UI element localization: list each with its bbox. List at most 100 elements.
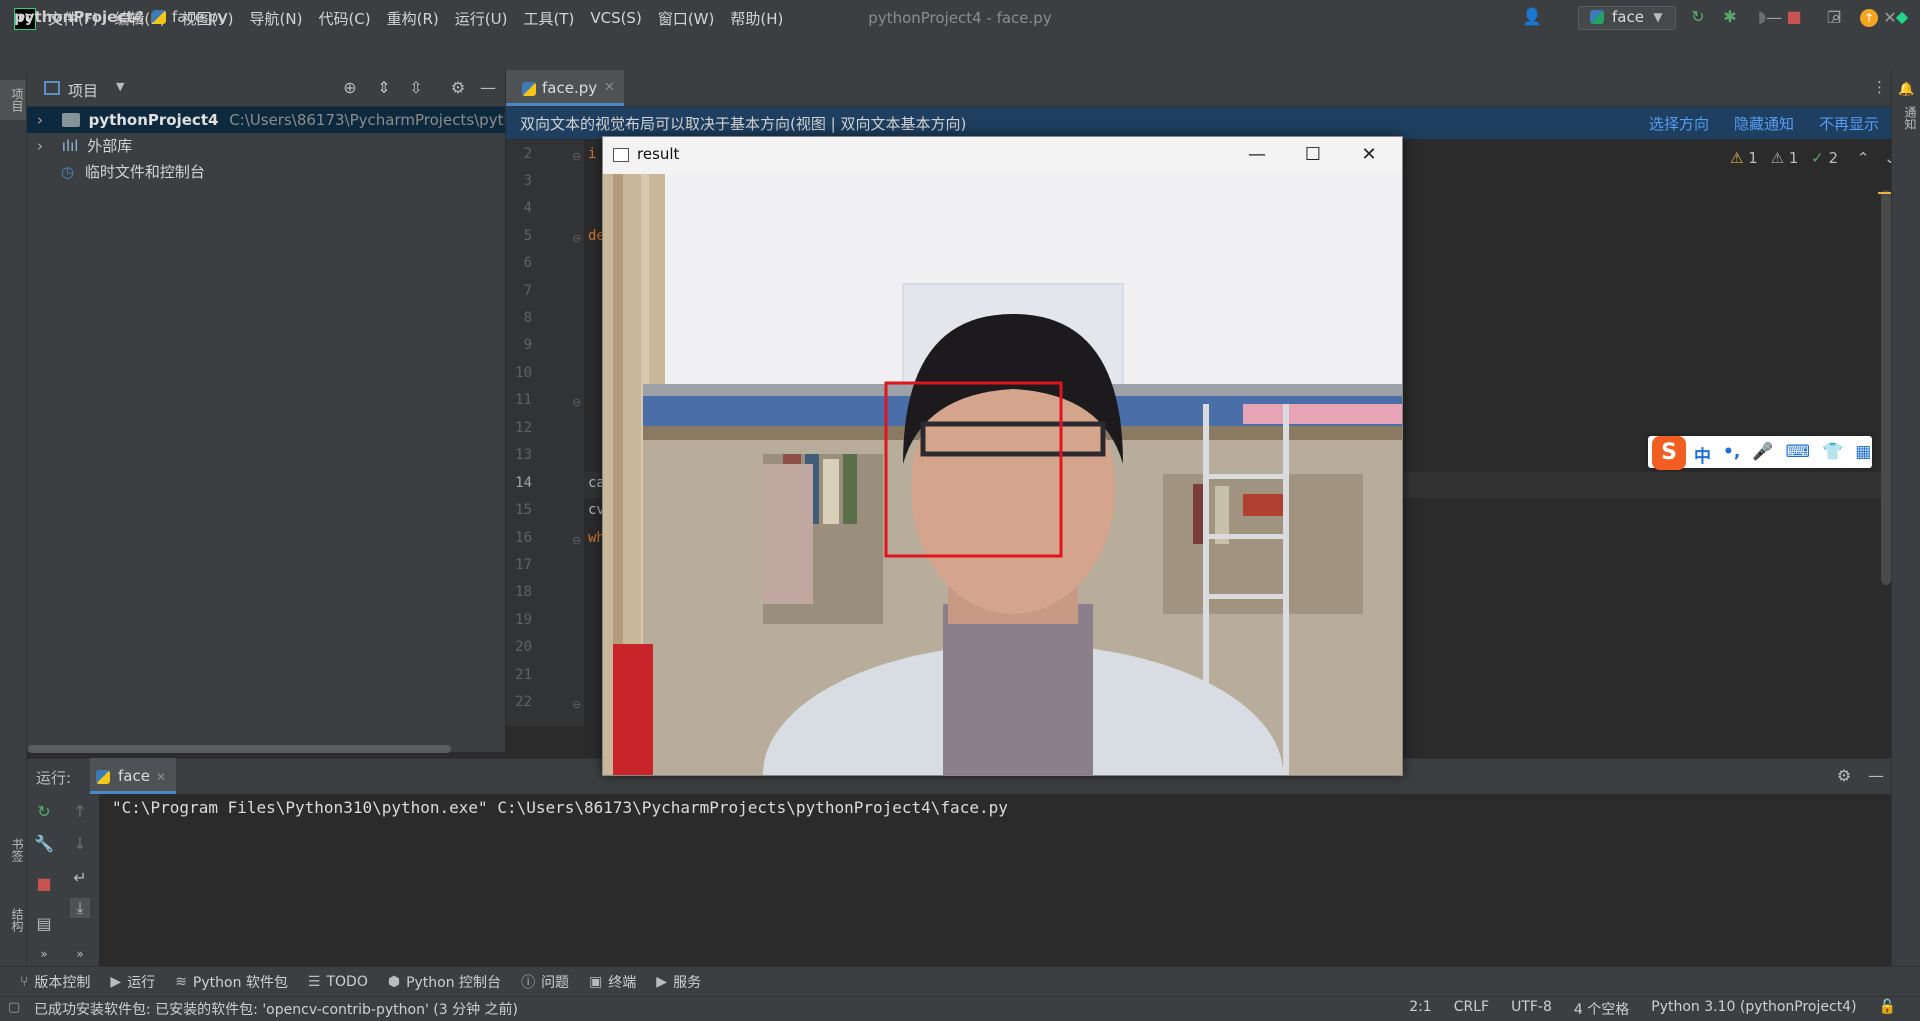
status-message[interactable]: 已成功安装软件包: 已安装的软件包: 'opencv-contrib-pytho…: [34, 999, 518, 1019]
lock-icon[interactable]: 🔓: [1879, 999, 1896, 1019]
tree-item-scratches[interactable]: ◷ 临时文件和控制台: [27, 159, 505, 185]
toolwin-run[interactable]: ▶ 运行: [110, 972, 155, 992]
debug-icon[interactable]: ✱: [1720, 7, 1740, 27]
chevron-up-icon[interactable]: ⌃: [1857, 149, 1870, 167]
search-icon[interactable]: ⌕: [1826, 7, 1846, 27]
horizontal-scrollbar[interactable]: [28, 745, 451, 753]
stripe-notifications[interactable]: 通知: [1893, 98, 1919, 138]
soft-wrap-icon[interactable]: ↵: [70, 868, 90, 888]
menu-refactor[interactable]: 重构(R): [387, 8, 439, 29]
breadcrumb-project[interactable]: pythonProject4: [14, 8, 144, 26]
more-icon[interactable]: ⋮: [1872, 78, 1887, 96]
hide-panel-icon[interactable]: —: [1866, 766, 1886, 786]
gear-icon[interactable]: ⚙: [1834, 766, 1854, 786]
cv-title-bar[interactable]: [603, 137, 1402, 173]
indent-setting[interactable]: 4 个空格: [1574, 999, 1629, 1019]
scroll-to-end-icon[interactable]: ⤓: [70, 898, 90, 918]
breadcrumb-file[interactable]: face.py: [172, 8, 227, 26]
line-number: 19: [515, 612, 532, 628]
menu-run[interactable]: 运行(U): [455, 8, 508, 29]
keyboard-icon[interactable]: ⌨: [1786, 442, 1811, 467]
run-panel-label: 运行:: [36, 769, 72, 787]
microphone-icon[interactable]: 🎤: [1752, 442, 1773, 467]
locate-icon[interactable]: ⊕: [340, 78, 360, 98]
toolwin-label: 版本控制: [34, 975, 91, 991]
gear-icon[interactable]: ⚙: [448, 78, 468, 98]
menu-tools[interactable]: 工具(T): [523, 8, 574, 29]
toolwin-python-console[interactable]: ⬢ Python 控制台: [388, 972, 501, 992]
close-tab-icon[interactable]: ✕: [604, 80, 615, 95]
line-number: 6: [523, 255, 532, 271]
weak-warning-count: 1: [1788, 149, 1799, 167]
fold-icon[interactable]: ⊖: [572, 698, 581, 711]
panel-toggle-icon[interactable]: ▢: [8, 1000, 20, 1015]
ime-chinese-mode[interactable]: 中: [1694, 442, 1711, 467]
menu-code[interactable]: 代码(C): [318, 8, 370, 29]
chevron-right-icon[interactable]: ›: [37, 137, 43, 155]
python-interpreter[interactable]: Python 3.10 (pythonProject4): [1651, 999, 1856, 1019]
hide-panel-icon[interactable]: —: [478, 78, 498, 98]
chevron-down-icon[interactable]: ▼: [116, 80, 124, 93]
sogou-logo-icon[interactable]: S: [1652, 436, 1686, 470]
fold-icon[interactable]: ⊖: [572, 534, 581, 547]
more-icon[interactable]: »: [70, 944, 90, 964]
toolwin-vcs[interactable]: ⑂ 版本控制: [20, 972, 90, 992]
close-icon[interactable]: ✕: [1355, 141, 1383, 169]
toolwin-services[interactable]: ▶ 服务: [656, 972, 701, 992]
menu-vcs[interactable]: VCS(S): [590, 9, 641, 27]
ide-features-icon[interactable]: ◆: [1892, 7, 1912, 27]
fold-icon[interactable]: ⊖: [572, 396, 581, 409]
dont-show-again-link[interactable]: 不再显示: [1819, 113, 1879, 134]
line-separator[interactable]: CRLF: [1454, 999, 1489, 1019]
tree-item-external-libraries[interactable]: › ılıl 外部库: [27, 133, 505, 159]
stripe-bookmarks[interactable]: 书签: [0, 830, 26, 870]
menu-navigate[interactable]: 导航(N): [250, 8, 303, 29]
toolbox-icon[interactable]: ▦: [1855, 442, 1871, 467]
expand-all-icon[interactable]: ⇕: [374, 78, 394, 98]
file-encoding[interactable]: UTF-8: [1511, 999, 1552, 1019]
close-tab-icon[interactable]: ✕: [156, 770, 166, 784]
maximize-icon[interactable]: ☐: [1299, 141, 1327, 169]
chevron-right-icon[interactable]: ›: [37, 111, 43, 129]
hide-notice-link[interactable]: 隐藏通知: [1734, 113, 1794, 134]
bell-icon[interactable]: 🔔: [1898, 82, 1914, 97]
layout-icon[interactable]: ▤: [34, 914, 54, 934]
caret-position[interactable]: 2:1: [1409, 999, 1432, 1019]
inspection-widget[interactable]: ⚠ 1 ⚠ 1 ✓ 2 ⌃ ⌄: [1730, 149, 1897, 167]
fold-icon[interactable]: ⊖: [572, 150, 581, 163]
run-console[interactable]: [100, 794, 1891, 966]
rerun-icon[interactable]: ↻: [1688, 7, 1708, 27]
more-icon[interactable]: »: [34, 944, 54, 964]
user-icon[interactable]: 👤: [1522, 7, 1542, 27]
coverage-icon[interactable]: ◗: [1752, 7, 1772, 27]
opencv-result-window[interactable]: result — ☐ ✕: [602, 136, 1403, 776]
stop-icon[interactable]: ■: [34, 874, 54, 894]
warning-marker[interactable]: [1878, 192, 1891, 194]
toolwin-todo[interactable]: ☰ TODO: [308, 974, 368, 990]
toolwin-problems[interactable]: ⓘ 问题: [521, 972, 569, 992]
menu-window[interactable]: 窗口(W): [658, 8, 715, 29]
minimize-icon[interactable]: —: [1243, 141, 1271, 169]
arrow-up-icon[interactable]: ↑: [70, 802, 90, 822]
choose-direction-link[interactable]: 选择方向: [1649, 113, 1709, 134]
update-icon[interactable]: ↑: [1860, 9, 1878, 27]
toolwin-terminal[interactable]: ▣ 终端: [589, 972, 636, 992]
stripe-project[interactable]: 项目: [0, 80, 26, 120]
arrow-down-icon[interactable]: ↓: [70, 834, 90, 854]
typo-count: 2: [1828, 149, 1839, 167]
right-tool-stripe: [1891, 70, 1920, 966]
fold-icon[interactable]: ⊖: [572, 232, 581, 245]
ime-punctuation-icon[interactable]: •,: [1723, 442, 1740, 467]
wrench-icon[interactable]: 🔧: [34, 834, 54, 854]
project-panel-title[interactable]: 项目: [68, 80, 98, 101]
stop-icon[interactable]: ■: [1784, 7, 1804, 27]
skin-icon[interactable]: 👕: [1822, 442, 1843, 467]
toolwin-packages[interactable]: ≋ Python 软件包: [175, 972, 288, 992]
line-number: 9: [523, 337, 532, 353]
vertical-scrollbar[interactable]: [1881, 190, 1891, 585]
stripe-structure[interactable]: 结构: [0, 900, 26, 940]
rerun-icon[interactable]: ↻: [34, 802, 54, 822]
menu-help[interactable]: 帮助(H): [730, 8, 783, 29]
tree-item-project[interactable]: › pythonProject4 C:\Users\86173\PycharmP…: [27, 107, 505, 133]
collapse-all-icon[interactable]: ⇳: [406, 78, 426, 98]
